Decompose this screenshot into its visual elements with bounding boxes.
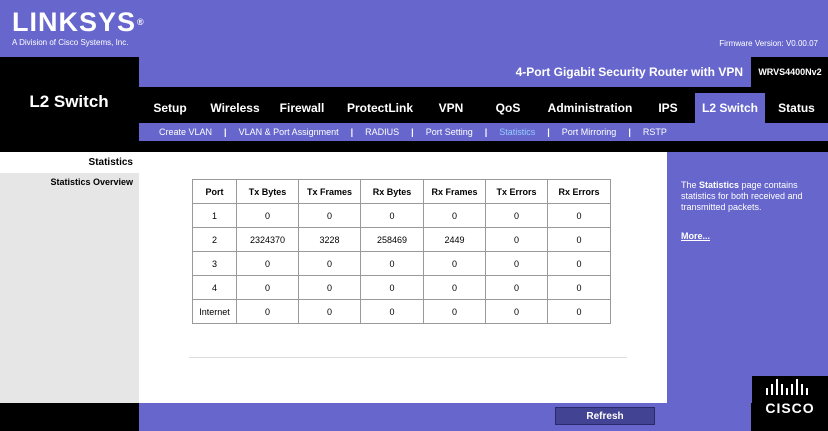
cell: 0 <box>423 251 486 276</box>
subtab-port-mirroring[interactable]: Port Mirroring <box>562 127 617 137</box>
product-name: 4-Port Gigabit Security Router with VPN <box>515 65 743 79</box>
help-term: Statistics <box>699 180 740 190</box>
footer-bar <box>139 403 751 431</box>
logo-subtitle: A Division of Cisco Systems, Inc. <box>12 38 129 47</box>
cell: 1 <box>192 203 237 228</box>
tab-qos[interactable]: QoS <box>477 93 539 123</box>
table-row: 2 2324370 3228 258469 2449 0 0 <box>192 227 611 252</box>
subtab-separator: | <box>628 127 631 137</box>
section-title: L2 Switch <box>0 57 138 147</box>
tab-l2-switch[interactable]: L2 Switch <box>695 93 765 123</box>
subtab-rstp[interactable]: RSTP <box>643 127 667 137</box>
cell: 0 <box>236 275 299 300</box>
cell: 258469 <box>360 227 424 252</box>
cell: 0 <box>236 299 299 324</box>
tab-status[interactable]: Status <box>765 93 828 123</box>
tab-wireless[interactable]: Wireless <box>201 93 269 123</box>
subtab-radius[interactable]: RADIUS <box>365 127 399 137</box>
cell: 0 <box>485 203 548 228</box>
cell: 0 <box>547 227 611 252</box>
table-row: Internet 0 0 0 0 0 0 <box>192 299 611 324</box>
subtab-separator: | <box>350 127 354 137</box>
cell: 0 <box>485 227 548 252</box>
main-content: Port Tx Bytes Tx Frames Rx Bytes Rx Fram… <box>139 147 667 403</box>
cell: 0 <box>485 299 548 324</box>
table-row: 3 0 0 0 0 0 0 <box>192 251 611 276</box>
col-tx-errors: Tx Errors <box>485 179 548 204</box>
subtab-port-setting[interactable]: Port Setting <box>426 127 473 137</box>
cell: 0 <box>360 275 424 300</box>
top-banner: LINKSYS® A Division of Cisco Systems, In… <box>0 0 828 57</box>
cell: 0 <box>236 203 299 228</box>
sidebar: Statistics Statistics Overview <box>0 147 139 403</box>
cell: 0 <box>485 275 548 300</box>
cell: 0 <box>298 275 361 300</box>
cell: 0 <box>298 203 361 228</box>
cell: 2324370 <box>236 227 299 252</box>
firmware-version: Firmware Version: V0.00.07 <box>719 39 818 48</box>
product-name-bar: 4-Port Gigabit Security Router with VPN <box>139 57 751 87</box>
cell: 0 <box>423 275 486 300</box>
sub-tabs: Create VLAN | VLAN & Port Assignment | R… <box>139 123 828 141</box>
main-tabs: Setup Wireless Firewall ProtectLink VPN … <box>139 93 828 123</box>
cell: 0 <box>423 299 486 324</box>
cell: 0 <box>236 251 299 276</box>
table-header-row: Port Tx Bytes Tx Frames Rx Bytes Rx Fram… <box>192 179 611 204</box>
subtab-create-vlan[interactable]: Create VLAN <box>159 127 212 137</box>
cell: 3 <box>192 251 237 276</box>
col-tx-bytes: Tx Bytes <box>236 179 299 204</box>
cell: 2449 <box>423 227 486 252</box>
cell: 0 <box>360 203 424 228</box>
sidebar-item-statistics-overview[interactable]: Statistics Overview <box>0 177 139 187</box>
cisco-wordmark: CISCO <box>765 400 815 416</box>
cell: 0 <box>485 251 548 276</box>
refresh-button[interactable]: Refresh <box>555 407 655 425</box>
col-tx-frames: Tx Frames <box>298 179 361 204</box>
col-port: Port <box>192 179 237 204</box>
cell: 0 <box>547 251 611 276</box>
table-row: 1 0 0 0 0 0 0 <box>192 203 611 228</box>
table-row: 4 0 0 0 0 0 0 <box>192 275 611 300</box>
cell: 0 <box>423 203 486 228</box>
more-link[interactable]: More... <box>681 231 710 241</box>
cell: 0 <box>298 299 361 324</box>
col-rx-errors: Rx Errors <box>547 179 611 204</box>
subtab-statistics[interactable]: Statistics <box>499 127 535 137</box>
content-divider <box>189 357 627 358</box>
cell: 3228 <box>298 227 361 252</box>
subtab-separator: | <box>411 127 414 137</box>
cell: 0 <box>547 299 611 324</box>
subtab-separator: | <box>484 127 488 137</box>
help-panel: The Statistics page contains statistics … <box>667 147 828 403</box>
cell: 0 <box>360 251 424 276</box>
tab-setup[interactable]: Setup <box>139 93 201 123</box>
col-rx-frames: Rx Frames <box>423 179 486 204</box>
statistics-table: Port Tx Bytes Tx Frames Rx Bytes Rx Fram… <box>192 179 611 324</box>
help-text: The Statistics page contains statistics … <box>681 180 803 212</box>
tab-ips[interactable]: IPS <box>641 93 695 123</box>
cell: 0 <box>547 275 611 300</box>
cell: 4 <box>192 275 237 300</box>
cell: 0 <box>298 251 361 276</box>
model-name: WRVS4400Nv2 <box>752 57 828 87</box>
cisco-bars-icon <box>766 379 808 395</box>
linksys-logo: LINKSYS® <box>12 7 145 37</box>
subtab-vlan-port-assignment[interactable]: VLAN & Port Assignment <box>239 127 339 137</box>
tab-vpn[interactable]: VPN <box>425 93 477 123</box>
subtab-separator: | <box>547 127 550 137</box>
cell: 0 <box>547 203 611 228</box>
subtab-separator: | <box>224 127 227 137</box>
tab-firewall[interactable]: Firewall <box>269 93 335 123</box>
cell: Internet <box>192 299 237 324</box>
col-rx-bytes: Rx Bytes <box>360 179 424 204</box>
cell: 2 <box>192 227 237 252</box>
cisco-logo: CISCO <box>752 376 828 431</box>
sidebar-heading: Statistics <box>0 147 139 173</box>
cell: 0 <box>360 299 424 324</box>
tab-protectlink[interactable]: ProtectLink <box>335 93 425 123</box>
tab-administration[interactable]: Administration <box>539 93 641 123</box>
